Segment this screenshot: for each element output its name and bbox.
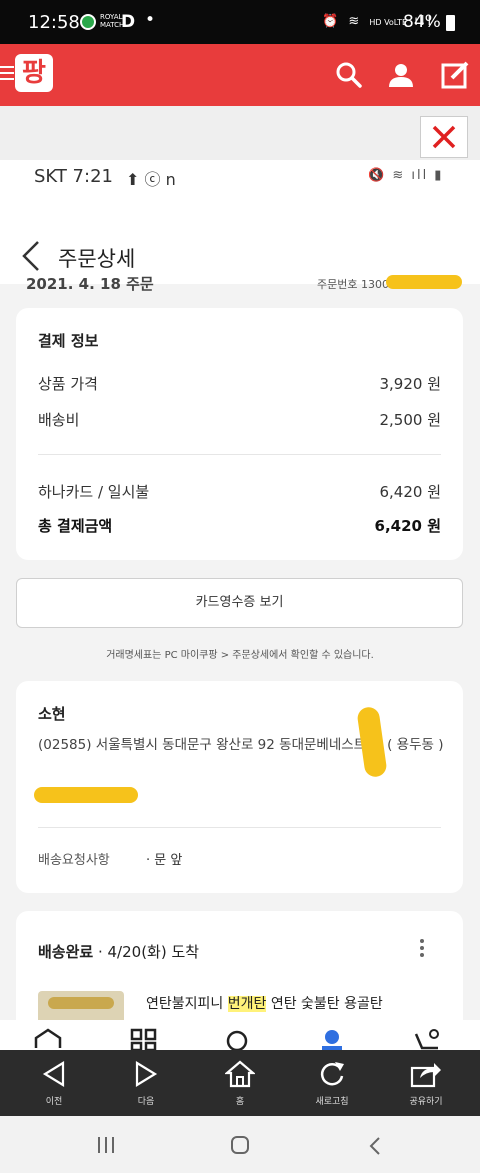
battery-icon [446,15,455,31]
address-card: 소현 (02585) 서울특별시 동대문구 왕산로 92 동대문베네스트 호 (… [16,681,463,893]
menu-icon[interactable] [0,66,14,84]
status-time: 12:58 [28,12,80,33]
device-status-bar: 12:58 ROYAL MATCH D • ⏰ ≋ HD VoLTE ıll 8… [0,0,480,44]
search-highlight: 번개탄 [227,996,267,1012]
back-button[interactable]: 이전 [14,1050,94,1116]
battery-percent: 84% [403,12,441,32]
forward-button[interactable]: 다음 [106,1050,186,1116]
address-text: (02585) 서울특별시 동대문구 왕산로 92 동대문베네스트 호 ( 용두… [38,737,444,753]
category-tab-icon[interactable] [130,1028,158,1050]
delivery-request-value: · 문 앞 [146,853,183,868]
product-name-prefix: 연탄불지피니 [146,996,228,1012]
share-button[interactable]: 공유하기 [386,1050,466,1116]
row-value: 6,420 원 [379,483,441,501]
inner-system-icons: 🔇 ≋ ıll ▮ [368,168,444,183]
row-label: 배송비 [38,411,80,429]
close-bar [0,106,480,160]
row-label: 상품 가격 [38,375,98,393]
delivery-status: 배송완료 · 4/20(화) 도착 [38,941,199,962]
home-tab-icon[interactable] [34,1028,62,1050]
row-value: 6,420 원 [374,517,441,535]
price-row: 상품 가격 3,920 원 [38,373,441,394]
search-tab-icon[interactable] [224,1028,252,1050]
order-summary-line: 2021. 4. 18 주문 주문번호 1300 [0,263,480,307]
order-date: 2021. 4. 18 주문 [26,275,154,293]
divider [38,454,441,455]
app-header: 팡 [0,44,480,106]
back-nav-icon[interactable] [368,1136,382,1156]
redaction-mark [34,787,138,803]
network-label: HD VoLTE [369,18,408,27]
refresh-label: 새로고침 [315,1097,349,1107]
row-label: 하나카드 / 일시불 [38,483,150,501]
royal-match-icon: ROYAL MATCH [100,13,125,29]
mycoupang-tab-icon[interactable] [318,1028,346,1050]
row-value: 2,500 원 [379,411,441,429]
inner-tab-bar [0,1020,480,1050]
cart-tab-icon[interactable] [414,1028,442,1050]
embedded-screenshot: SKT 7:21 ⬆ ⓒ n 🔇 ≋ ıll ▮ 주문상세 2021. 4. 1… [0,160,480,1050]
more-notifications-dot: • [145,10,156,30]
product-name-suffix: 연탄 숯불탄 용골탄 [266,996,383,1012]
recipient-name: 소현 [38,705,66,723]
refresh-icon [320,1062,344,1086]
total-row: 총 결제금액 6,420 원 [38,515,441,536]
recent-apps-icon[interactable] [96,1136,116,1154]
redaction-mark [356,705,388,779]
card-receipt-button[interactable]: 카드영수증 보기 [16,578,463,628]
divider [38,827,441,828]
notification-d-icon: D [121,12,136,32]
search-icon[interactable] [334,60,364,90]
product-name[interactable]: 연탄불지피니 번개탄 연탄 숯불탄 용골탄 [146,993,383,1013]
share-icon [410,1063,441,1088]
home-label: 홈 [235,1097,245,1107]
home-button[interactable]: 홈 [200,1050,280,1116]
forward-label: 다음 [137,1097,155,1107]
order-number: 주문번호 1300 [317,278,389,291]
inner-status-bar: SKT 7:21 ⬆ ⓒ n 🔇 ≋ ıll ▮ [0,160,480,194]
inner-notification-icons: ⬆ ⓒ n [126,170,176,189]
share-label: 공유하기 [409,1097,443,1107]
row-label: 총 결제금액 [38,517,113,535]
forward-icon [135,1061,158,1087]
payment-heading: 결제 정보 [38,332,99,350]
redaction-mark [386,275,462,289]
back-label: 이전 [45,1097,63,1107]
back-icon [42,1061,65,1087]
app-logo[interactable]: 팡 [15,54,53,92]
more-options-icon[interactable] [420,939,426,960]
home-nav-icon[interactable] [230,1135,250,1155]
home-icon [223,1060,257,1088]
payment-card: 결제 정보 상품 가격 3,920 원 배송비 2,500 원 하나카드 / 일… [16,308,463,560]
delivery-request-label: 배송요청사항 [38,853,110,868]
invoice-notice: 거래명세표는 PC 마이쿠팡 > 주문상세에서 확인할 수 있습니다. [106,650,374,661]
user-icon[interactable] [386,60,416,90]
browser-toolbar: 이전 다음 홈 새로고침 공유하기 [0,1050,480,1116]
inner-carrier-time: SKT 7:21 [34,166,113,187]
shipping-fee-row: 배송비 2,500 원 [38,409,441,430]
edit-icon[interactable] [440,60,470,90]
arrival-date: · 4/20(화) 도착 [93,943,200,961]
close-icon [432,125,456,149]
refresh-button[interactable]: 새로고침 [292,1050,372,1116]
card-payment-row: 하나카드 / 일시불 6,420 원 [38,481,441,502]
app-notification-icon [80,14,96,30]
close-button[interactable] [420,116,468,158]
system-navigation-bar [0,1116,480,1173]
status-label: 배송완료 [38,943,94,961]
row-value: 3,920 원 [379,375,441,393]
